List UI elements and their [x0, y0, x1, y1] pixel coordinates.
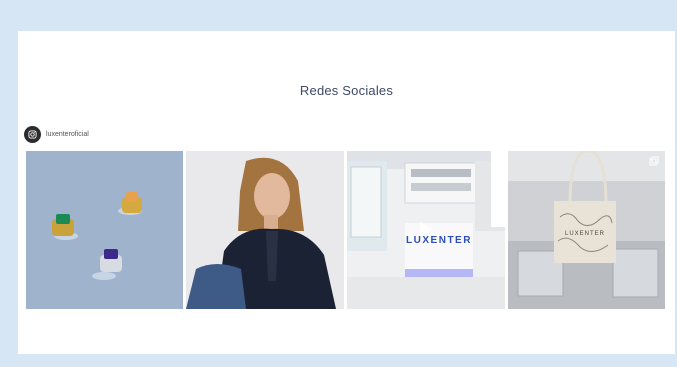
bag-text: LUXENTER — [565, 231, 605, 237]
post-tote-bag[interactable]: LUXENTER — [508, 151, 665, 309]
post-model[interactable] — [186, 151, 344, 309]
rings-image — [26, 151, 183, 309]
model-image — [186, 151, 344, 309]
store-sign-text: LUXENTER — [406, 235, 472, 246]
post-rings[interactable] — [26, 151, 183, 309]
instagram-profile[interactable]: luxenteroficial — [24, 126, 89, 143]
section-title: Redes Sociales — [299, 83, 394, 98]
profile-handle[interactable]: luxenteroficial — [46, 131, 89, 138]
post-store-video[interactable]: LUXENTER — [347, 151, 505, 309]
social-section: Redes Sociales luxenteroficial LUXENTER … — [18, 31, 675, 354]
play-icon[interactable] — [419, 221, 433, 237]
instagram-icon — [24, 126, 41, 143]
carousel-icon — [649, 156, 659, 166]
tote-bag-image: LUXENTER — [508, 151, 665, 309]
